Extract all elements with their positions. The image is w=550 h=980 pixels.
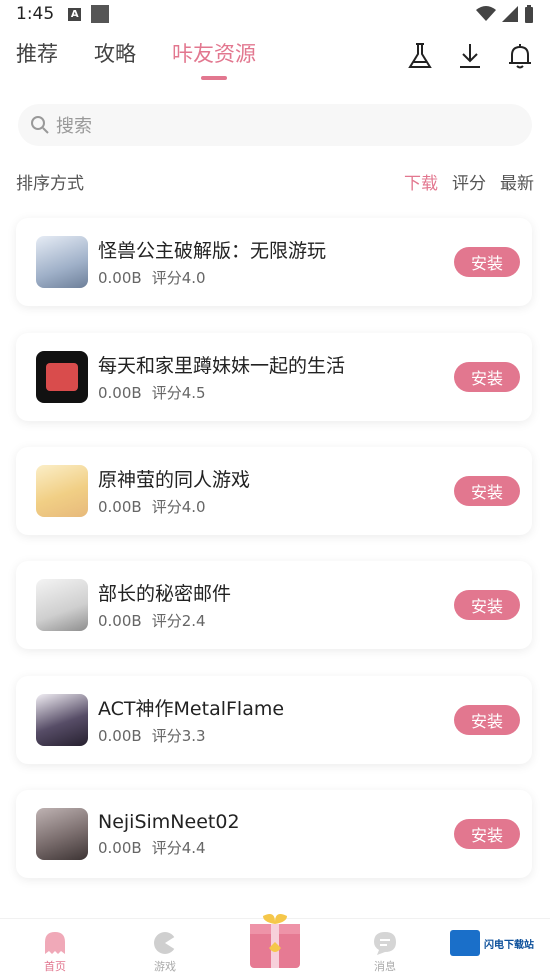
bottom-nav-games-label: 游戏	[154, 960, 176, 973]
wifi-icon	[476, 6, 496, 21]
list-item[interactable]: 部长的秘密邮件 0.00B 评分2.4 安装	[16, 561, 532, 649]
app-size: 0.00B	[98, 838, 142, 857]
status-bar: 1:45 A	[0, 0, 550, 28]
app-title: ACT神作MetalFlame	[98, 698, 285, 720]
notification-a-icon: A	[68, 7, 82, 21]
bottom-nav-home[interactable]: 首页	[0, 930, 110, 980]
app-size: 0.00B	[98, 269, 142, 287]
install-button[interactable]: 安装	[454, 819, 520, 849]
flask-icon[interactable]	[406, 42, 434, 70]
app-title: 部长的秘密邮件	[98, 583, 232, 605]
battery-icon	[525, 5, 533, 23]
app-size: 0.00B	[98, 498, 142, 516]
app-thumbnail	[36, 465, 88, 517]
gamepad-icon	[152, 930, 178, 956]
app-rating: 评分2.4	[151, 612, 206, 630]
watermark-text: 闪电下载站	[484, 939, 534, 951]
install-button[interactable]: 安装	[454, 705, 520, 735]
tab-resources[interactable]: 咔友资源	[172, 38, 256, 80]
list-item[interactable]: 怪兽公主破解版：无限游玩 0.00B 评分4.0 安装	[16, 218, 532, 306]
tab-guides[interactable]: 攻略	[94, 38, 136, 74]
app-rating: 评分4.0	[151, 269, 206, 287]
install-button[interactable]: 安装	[454, 247, 520, 277]
app-thumbnail	[36, 808, 88, 860]
notification-square-icon	[91, 5, 110, 23]
app-title: 原神萤的同人游戏	[98, 469, 251, 491]
search-placeholder: 搜索	[56, 116, 92, 137]
list-item[interactable]: NejiSimNeet02 0.00B 评分4.4 安装	[16, 790, 532, 878]
gift-icon	[250, 914, 300, 968]
bottom-nav-messages-label: 消息	[374, 960, 396, 973]
list-item[interactable]: 原神萤的同人游戏 0.00B 评分4.0 安装	[16, 447, 532, 535]
top-nav: 推荐 攻略 咔友资源	[0, 30, 550, 82]
app-thumbnail	[36, 694, 88, 746]
sort-newest[interactable]: 最新	[500, 169, 534, 194]
ghost-icon	[42, 930, 68, 956]
message-icon	[372, 930, 398, 956]
app-size: 0.00B	[98, 384, 142, 402]
app-rating: 评分3.3	[151, 727, 206, 745]
download-icon[interactable]	[456, 42, 484, 70]
bottom-nav-home-label: 首页	[44, 960, 66, 973]
watermark: 闪电下载站	[450, 928, 544, 958]
app-size: 0.00B	[98, 612, 142, 630]
bottom-nav-messages[interactable]: 消息	[330, 930, 440, 980]
sort-download[interactable]: 下载	[404, 169, 438, 194]
sort-label: 排序方式	[16, 173, 84, 194]
app-title: 每天和家里蹲妹妹一起的生活	[98, 355, 346, 377]
list-item[interactable]: 每天和家里蹲妹妹一起的生活 0.00B 评分4.5 安装	[16, 333, 532, 421]
app-title: 怪兽公主破解版：无限游玩	[98, 240, 327, 262]
sort-rating[interactable]: 评分	[452, 169, 486, 194]
app-rating: 评分4.5	[151, 384, 206, 402]
bottom-nav-games[interactable]: 游戏	[110, 930, 220, 980]
search-input[interactable]: 搜索	[18, 104, 532, 146]
app-thumbnail	[36, 351, 88, 403]
install-button[interactable]: 安装	[454, 476, 520, 506]
app-title: NejiSimNeet02	[98, 810, 240, 833]
bottom-nav-center-spacer	[220, 974, 330, 980]
install-button[interactable]: 安装	[454, 362, 520, 392]
search-icon	[30, 115, 50, 135]
bell-icon[interactable]	[506, 42, 534, 70]
app-rating: 评分4.0	[151, 498, 206, 516]
sort-row: 排序方式 下载 评分 最新	[16, 168, 534, 194]
status-time: 1:45	[16, 4, 55, 24]
app-size: 0.00B	[98, 727, 142, 745]
app-thumbnail	[36, 579, 88, 631]
list-item[interactable]: ACT神作MetalFlame 0.00B 评分3.3 安装	[16, 676, 532, 764]
watermark-logo-icon	[450, 930, 480, 956]
app-rating: 评分4.4	[151, 838, 206, 857]
signal-icon	[502, 6, 518, 22]
bottom-nav-profile[interactable]	[440, 974, 550, 980]
install-button[interactable]: 安装	[454, 590, 520, 620]
app-thumbnail	[36, 236, 88, 288]
gift-button[interactable]	[247, 912, 303, 970]
tab-recommend[interactable]: 推荐	[16, 38, 58, 74]
